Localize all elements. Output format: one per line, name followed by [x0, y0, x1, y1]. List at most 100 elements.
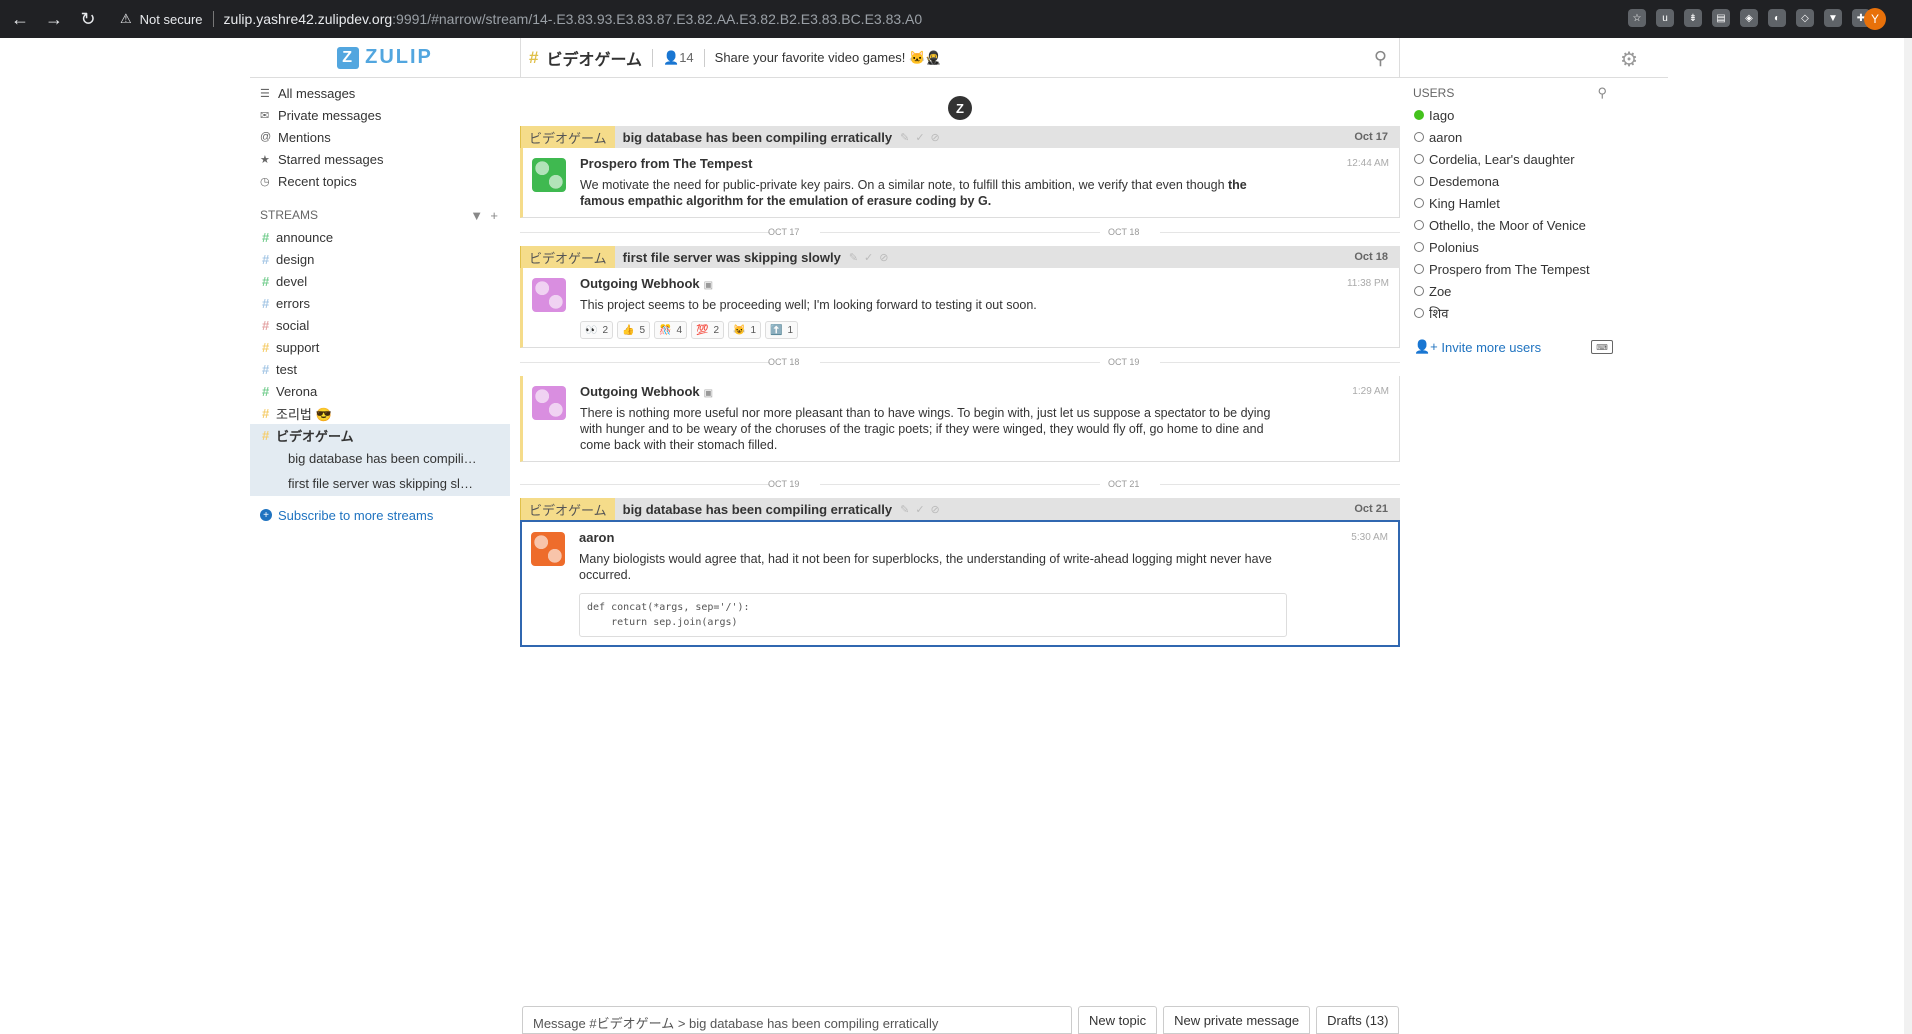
user-item[interactable]: King Hamlet: [1405, 192, 1635, 214]
sidebar-item[interactable]: ✉ Private messages: [250, 104, 510, 126]
left-sidebar: ☰ All messages ✉ Private messages @ Mentions ★…: [250, 82, 510, 526]
gear-icon[interactable]: ⚙: [1620, 47, 1638, 71]
recipient-topic[interactable]: big database has been compiling erratica…: [615, 130, 892, 145]
reaction-count: 1: [750, 324, 757, 336]
presence-icon: [1414, 242, 1424, 252]
sidebar-item[interactable]: ★ Starred messages: [250, 148, 510, 170]
subscribe-link[interactable]: + Subscribe to more streams: [250, 504, 510, 526]
message-time[interactable]: 1:29 AM: [1352, 386, 1389, 397]
subscriber-count[interactable]: 👤14: [663, 50, 694, 66]
stream-item[interactable]: # support: [250, 336, 510, 358]
reaction[interactable]: 👀 2: [580, 321, 614, 339]
new-topic-button[interactable]: New topic: [1078, 1006, 1158, 1034]
user-item[interactable]: Othello, the Moor of Venice: [1405, 214, 1635, 236]
message[interactable]: Outgoing Webhook ▣ 11:38 PM This project se…: [520, 268, 1400, 348]
avatar[interactable]: [531, 532, 565, 566]
address-bar[interactable]: zulip.yashre42.zulipdev.org:9991/#narrow…: [224, 11, 923, 27]
reaction[interactable]: 💯 2: [691, 321, 725, 339]
recipient-stream[interactable]: ビデオゲーム: [521, 246, 615, 268]
stream-item[interactable]: # 조리법 😎: [250, 402, 510, 424]
sidebar-item[interactable]: @ Mentions: [250, 126, 510, 148]
stream-item[interactable]: # test: [250, 358, 510, 380]
stream-name: test: [276, 361, 297, 377]
recipient-topic[interactable]: big database has been compiling erratica…: [615, 502, 892, 517]
user-item[interactable]: Zoe: [1405, 280, 1635, 302]
drafts-button[interactable]: Drafts (13): [1316, 1006, 1400, 1034]
streams-header: STREAMS ▼ +: [260, 207, 498, 223]
stream-item[interactable]: # Verona: [250, 380, 510, 402]
extension-icon[interactable]: ▤: [1712, 9, 1730, 27]
reaction[interactable]: 😺 1: [728, 321, 762, 339]
user-name: Iago: [1429, 107, 1455, 123]
stream-name[interactable]: ビデオゲーム: [546, 46, 642, 70]
filter-icon[interactable]: ▼: [470, 208, 483, 223]
sidebar-item[interactable]: ☰ All messages: [250, 82, 510, 104]
user-item[interactable]: Iago: [1405, 104, 1635, 126]
message-time[interactable]: 11:38 PM: [1347, 278, 1389, 289]
date-label: OCT 21: [1108, 479, 1140, 489]
user-item[interactable]: शिव: [1405, 302, 1635, 324]
reaction[interactable]: ⬆️ 1: [765, 321, 799, 339]
stream-item[interactable]: # announce: [250, 226, 510, 248]
page-scrollbar[interactable]: [1904, 38, 1912, 1034]
reaction[interactable]: 👍 5: [617, 321, 651, 339]
message-time[interactable]: 12:44 AM: [1347, 158, 1389, 169]
user-item[interactable]: aaron: [1405, 126, 1635, 148]
topic-actions: ✎✓⊘: [900, 131, 946, 144]
sidebar-item[interactable]: ◷ Recent topics: [250, 170, 510, 192]
user-name: Prospero from The Tempest: [1429, 261, 1590, 277]
user-item[interactable]: Cordelia, Lear's daughter: [1405, 148, 1635, 170]
user-item[interactable]: Desdemona: [1405, 170, 1635, 192]
avatar[interactable]: [532, 278, 566, 312]
forward-icon[interactable]: →: [40, 5, 68, 33]
topic-item[interactable]: big database has been compili…: [250, 446, 510, 471]
extension-icon[interactable]: ◐: [1768, 9, 1786, 27]
security-indicator[interactable]: ⚠ Not secure: [120, 11, 203, 27]
new-private-message-button[interactable]: New private message: [1163, 1006, 1311, 1034]
zulip-logo[interactable]: Z ZULIP: [250, 46, 520, 69]
keyboard-icon[interactable]: ⌨: [1591, 340, 1613, 354]
stream-item[interactable]: # devel: [250, 270, 510, 292]
extension-icon[interactable]: u: [1656, 9, 1674, 27]
extension-icon[interactable]: ◈: [1740, 9, 1758, 27]
bookmark-star-icon[interactable]: ☆: [1628, 9, 1646, 27]
reaction-count: 1: [787, 324, 794, 336]
sender-name[interactable]: Outgoing Webhook: [580, 384, 700, 399]
reaction[interactable]: 🎊 4: [654, 321, 688, 339]
avatar[interactable]: [532, 158, 566, 192]
message[interactable]: Outgoing Webhook ▣ 1:29 AM There is nothing…: [520, 376, 1400, 462]
topic-item[interactable]: first file server was skipping sl…: [250, 471, 510, 496]
sender-name[interactable]: aaron: [579, 530, 614, 545]
add-stream-icon[interactable]: +: [490, 208, 498, 223]
message[interactable]: aaron 5:30 AM Many biologists would agree …: [520, 520, 1400, 647]
invite-users-link[interactable]: 👤+ Invite more users ⌨: [1405, 336, 1635, 358]
avatar[interactable]: [532, 386, 566, 420]
compose-bar: Message #ビデオゲーム > big database has been …: [522, 1006, 1400, 1034]
back-icon[interactable]: ←: [6, 5, 34, 33]
compose-input[interactable]: Message #ビデオゲーム > big database has been …: [522, 1006, 1072, 1034]
profile-avatar[interactable]: Y: [1864, 8, 1886, 30]
message-time[interactable]: 5:30 AM: [1351, 532, 1388, 543]
stream-item[interactable]: # social: [250, 314, 510, 336]
recipient-stream[interactable]: ビデオゲーム: [521, 126, 615, 148]
extension-icon[interactable]: ▼: [1824, 9, 1842, 27]
sender-name[interactable]: Prospero from The Tempest: [580, 156, 752, 171]
reaction-emoji: 💯: [696, 324, 709, 336]
stream-item[interactable]: # errors: [250, 292, 510, 314]
recipient-topic[interactable]: first file server was skipping slowly: [615, 250, 841, 265]
extension-icon[interactable]: ⇟: [1684, 9, 1702, 27]
stream-item[interactable]: # ビデオゲーム: [250, 424, 510, 446]
user-item[interactable]: Polonius: [1405, 236, 1635, 258]
search-icon[interactable]: ⚲: [1374, 48, 1387, 69]
reload-icon[interactable]: ↻: [74, 5, 102, 33]
message-content: There is nothing more useful nor more pl…: [580, 405, 1279, 453]
stream-item[interactable]: # design: [250, 248, 510, 270]
user-search-icon[interactable]: ⚲: [1597, 85, 1607, 101]
extension-icon[interactable]: ◇: [1796, 9, 1814, 27]
right-sidebar: USERS ⚲ Iago aaron Cordelia, Lear's daughte…: [1405, 82, 1635, 358]
recipient-stream[interactable]: ビデオゲーム: [521, 498, 615, 520]
browser-toolbar: ← → ↻ ⚠ Not secure zulip.yashre42.zulipde…: [0, 0, 1912, 38]
message[interactable]: Prospero from The Tempest 12:44 AM We moti…: [520, 148, 1400, 218]
user-item[interactable]: Prospero from The Tempest: [1405, 258, 1635, 280]
sender-name[interactable]: Outgoing Webhook: [580, 276, 700, 291]
